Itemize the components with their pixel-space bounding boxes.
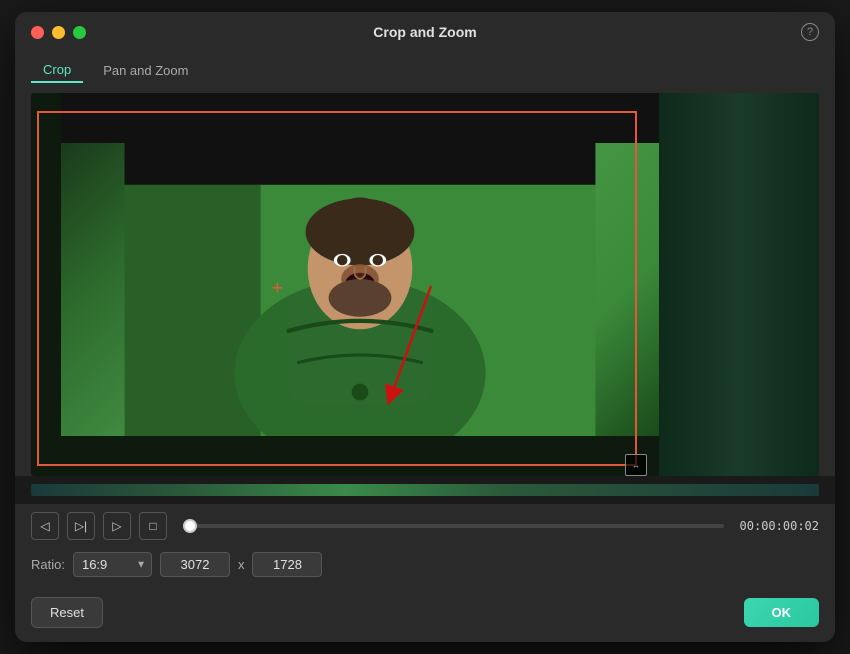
stop-button[interactable]: □ (139, 512, 167, 540)
playhead-knob[interactable] (183, 519, 197, 533)
ok-button[interactable]: OK (744, 598, 820, 627)
reset-button[interactable]: Reset (31, 597, 103, 628)
window-controls (31, 26, 86, 39)
timecode-display: 00:00:00:02 (740, 519, 819, 533)
content-area: + ↔ (15, 93, 835, 504)
ratio-wrapper: 16:9 4:3 1:1 9:16 Custom ▼ (73, 552, 152, 577)
playhead-track[interactable] (183, 524, 724, 528)
action-bar: Reset OK (15, 589, 835, 642)
rewind-button[interactable]: ◁ (31, 512, 59, 540)
crop-zoom-dialog: Crop and Zoom ? Crop Pan and Zoom (15, 12, 835, 642)
timeline-track[interactable] (31, 484, 819, 496)
video-preview: + ↔ (31, 93, 819, 476)
title-bar: Crop and Zoom ? (15, 12, 835, 52)
ratio-label: Ratio: (31, 557, 65, 572)
playback-controls: ◁ ▷| ▷ □ 00:00:00:02 (15, 504, 835, 548)
ratio-select[interactable]: 16:9 4:3 1:1 9:16 Custom (73, 552, 152, 577)
dimension-separator: x (238, 557, 245, 572)
width-input[interactable]: 3072 (160, 552, 230, 577)
tab-crop[interactable]: Crop (31, 58, 83, 83)
tab-pan-zoom[interactable]: Pan and Zoom (91, 59, 200, 82)
settings-bar: Ratio: 16:9 4:3 1:1 9:16 Custom ▼ 3072 x… (15, 548, 835, 589)
maximize-button[interactable] (73, 26, 86, 39)
help-button[interactable]: ? (801, 23, 819, 41)
height-input[interactable]: 1728 (252, 552, 322, 577)
dialog-title: Crop and Zoom (373, 24, 476, 40)
minimize-button[interactable] (52, 26, 65, 39)
close-button[interactable] (31, 26, 44, 39)
play-button[interactable]: ▷ (103, 512, 131, 540)
step-back-button[interactable]: ▷| (67, 512, 95, 540)
tab-bar: Crop Pan and Zoom (15, 52, 835, 93)
timeline-strip (15, 476, 835, 504)
